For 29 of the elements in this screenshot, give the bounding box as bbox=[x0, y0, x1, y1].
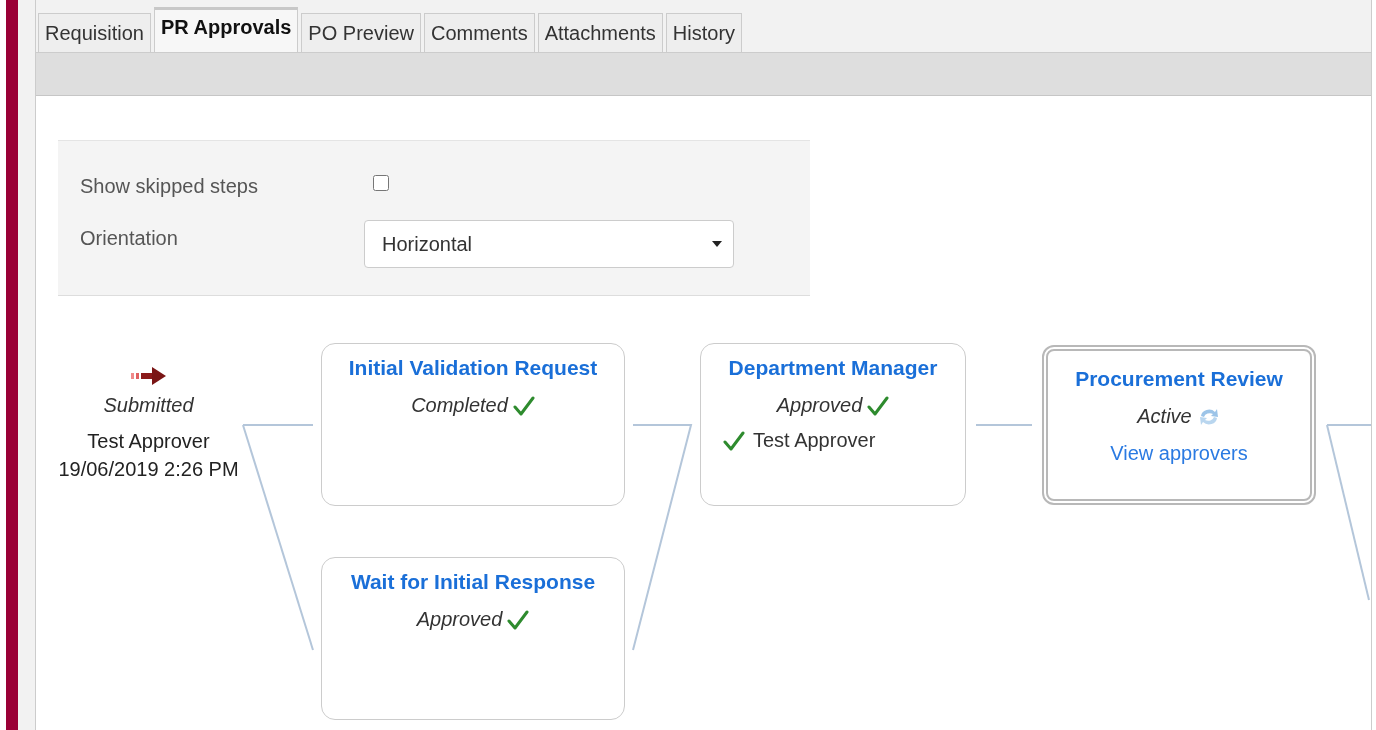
check-icon bbox=[512, 394, 535, 417]
check-icon bbox=[507, 608, 530, 631]
status-text: Completed bbox=[411, 394, 508, 417]
checkbox[interactable] bbox=[373, 175, 389, 191]
tab[interactable]: Comments bbox=[423, 13, 535, 52]
view-approvers-link[interactable]: View approvers bbox=[1110, 442, 1248, 465]
tab[interactable]: Requisition bbox=[38, 13, 151, 52]
step-title[interactable]: Department Manager bbox=[728, 356, 938, 380]
status-text: Approved bbox=[776, 394, 863, 417]
check-icon bbox=[867, 394, 890, 417]
orientation-dropdown[interactable]: Horizontal bbox=[364, 220, 734, 268]
step-title[interactable]: Wait for Initial Response bbox=[350, 570, 596, 594]
tab[interactable]: PO Preview bbox=[301, 13, 421, 52]
caret-icon bbox=[711, 240, 723, 248]
tab[interactable]: Attachments bbox=[537, 13, 663, 52]
tab[interactable]: PR Approvals bbox=[153, 7, 299, 52]
approver-name: Test Approver bbox=[87, 429, 210, 454]
connector-line bbox=[975, 424, 1033, 426]
status-text: Approved bbox=[416, 608, 503, 631]
option-label: Show skipped steps bbox=[80, 174, 259, 198]
step-title[interactable]: Initial Validation Request bbox=[348, 356, 598, 380]
date-text: 19/06/2019 2:26 PM bbox=[58, 457, 239, 482]
tab[interactable]: History bbox=[665, 13, 743, 52]
option-label: Orientation bbox=[80, 226, 179, 250]
status-text: Active bbox=[1137, 405, 1192, 428]
status-text: Submitted bbox=[103, 394, 194, 417]
step-title[interactable]: Procurement Review bbox=[1075, 367, 1283, 391]
arrow-icon bbox=[129, 364, 168, 388]
approver-name: Test Approver bbox=[753, 429, 876, 452]
